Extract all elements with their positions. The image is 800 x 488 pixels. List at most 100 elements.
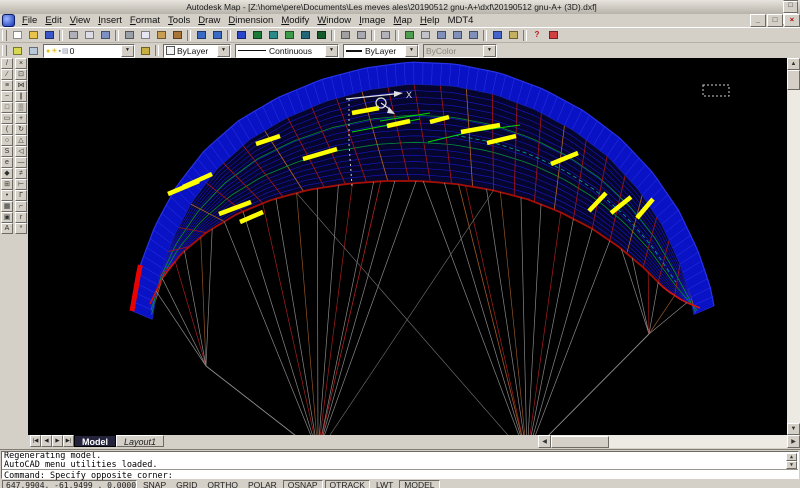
multiline-button[interactable]: ≡: [1, 80, 13, 91]
toggle-osnap[interactable]: OSNAP: [283, 480, 323, 488]
map-globe-3-button[interactable]: [281, 28, 297, 42]
layer-combo-arrow-icon[interactable]: ▼: [121, 45, 134, 57]
lineweight-combo[interactable]: ByLayer ▼: [343, 44, 419, 58]
command-scrollbar[interactable]: ▲ ▼: [786, 453, 797, 470]
scroll-up-icon[interactable]: ▲: [786, 453, 797, 461]
print-button[interactable]: [65, 28, 81, 42]
scroll-down-icon[interactable]: ▼: [786, 461, 797, 469]
pan-button[interactable]: [417, 28, 433, 42]
toggle-grid[interactable]: GRID: [172, 481, 201, 488]
tab-prev-button[interactable]: ◀: [41, 435, 52, 447]
point-button[interactable]: •: [1, 190, 13, 201]
vertical-scroll-track[interactable]: [787, 90, 800, 423]
menu-edit[interactable]: Edit: [41, 15, 65, 27]
menu-dimension[interactable]: Dimension: [224, 15, 277, 27]
find-button[interactable]: [97, 28, 113, 42]
horizontal-scroll-thumb[interactable]: [551, 436, 609, 448]
color-combo[interactable]: ByLayer ▼: [163, 44, 231, 58]
menu-map[interactable]: Map: [390, 15, 417, 27]
construction-line-button[interactable]: ∕: [1, 69, 13, 80]
tab-layout1[interactable]: Layout1: [116, 435, 164, 447]
zoom-window-button[interactable]: [449, 28, 465, 42]
polygon-button[interactable]: □: [1, 102, 13, 113]
rotate-button[interactable]: ↻: [15, 124, 27, 135]
scale-button[interactable]: △: [15, 135, 27, 146]
toggle-ortho[interactable]: ORTHO: [203, 481, 242, 488]
line-button[interactable]: /: [1, 58, 13, 69]
linetype-combo[interactable]: Continuous ▼: [235, 44, 339, 58]
horizontal-scroll-track[interactable]: [609, 436, 787, 448]
copy-object-button[interactable]: ⊡: [15, 69, 27, 80]
array-button[interactable]: ▒: [15, 102, 27, 113]
chamfer-button[interactable]: ⌐: [15, 201, 27, 212]
map-globe-2-button[interactable]: [265, 28, 281, 42]
paste-button[interactable]: [153, 28, 169, 42]
menu-file[interactable]: File: [18, 15, 41, 27]
match-properties-button[interactable]: [169, 28, 185, 42]
make-object-layer-current-button[interactable]: [137, 44, 153, 58]
hatch-button[interactable]: ▦: [1, 201, 13, 212]
toggle-model[interactable]: MODEL: [399, 480, 439, 488]
menu-view[interactable]: View: [66, 15, 94, 27]
undo-button[interactable]: [193, 28, 209, 42]
circle-button[interactable]: ○: [1, 135, 13, 146]
sheet-button[interactable]: [489, 28, 505, 42]
ellipse-button[interactable]: e: [1, 157, 13, 168]
mtext-button[interactable]: A: [1, 223, 13, 234]
extend-button[interactable]: ⊢: [15, 179, 27, 190]
tab-model[interactable]: Model: [74, 435, 116, 447]
vertical-scroll-thumb[interactable]: [787, 70, 800, 90]
toggle-lwt[interactable]: LWT: [372, 481, 397, 488]
mdi-restore-button[interactable]: □: [767, 14, 783, 27]
menu-insert[interactable]: Insert: [94, 15, 126, 27]
named-views-button[interactable]: [377, 28, 393, 42]
menu-draw[interactable]: Draw: [194, 15, 224, 27]
rectangle-button[interactable]: ▭: [1, 113, 13, 124]
trim-button[interactable]: ≠: [15, 168, 27, 179]
menu-window[interactable]: Window: [313, 15, 355, 27]
menu-image[interactable]: Image: [355, 15, 389, 27]
layout-wizard-button[interactable]: [505, 28, 521, 42]
explode-button[interactable]: *: [15, 223, 27, 234]
map-globe-1-button[interactable]: [249, 28, 265, 42]
cut-button[interactable]: [121, 28, 137, 42]
redo-button[interactable]: [209, 28, 225, 42]
mirror-button[interactable]: ⋈: [15, 80, 27, 91]
toolbar-grip[interactable]: [2, 30, 7, 41]
toolbar-grip[interactable]: [2, 45, 7, 56]
menu-help[interactable]: Help: [416, 15, 444, 27]
make-block-button[interactable]: ⊞: [1, 179, 13, 190]
arc-button[interactable]: (: [1, 124, 13, 135]
mdi-close-button[interactable]: ×: [784, 14, 800, 27]
map-globe-4-button[interactable]: [297, 28, 313, 42]
scroll-up-icon[interactable]: ▲: [787, 58, 800, 70]
scroll-down-icon[interactable]: ▼: [787, 423, 800, 435]
tab-first-button[interactable]: |◀: [30, 435, 41, 447]
command-prompt[interactable]: Command: Specify opposite corner:: [2, 471, 798, 481]
zoom-previous-button[interactable]: [465, 28, 481, 42]
scroll-left-icon[interactable]: ◀: [538, 435, 551, 448]
menu-modify[interactable]: Modify: [277, 15, 313, 27]
horizontal-scrollbar[interactable]: ◀ ▶: [538, 435, 800, 448]
toggle-otrack[interactable]: OTRACK: [325, 480, 370, 488]
menu-tools[interactable]: Tools: [164, 15, 194, 27]
fillet-button[interactable]: r: [15, 212, 27, 223]
scroll-right-icon[interactable]: ▶: [787, 435, 800, 448]
stretch-button[interactable]: ◁: [15, 146, 27, 157]
copy-button[interactable]: [137, 28, 153, 42]
menu-mdt4[interactable]: MDT4: [444, 15, 478, 27]
layers-dialog-button[interactable]: [9, 44, 25, 58]
new-button[interactable]: [9, 28, 25, 42]
insert-block-button[interactable]: ◆: [1, 168, 13, 179]
save-button[interactable]: [41, 28, 57, 42]
map-globe-5-button[interactable]: [313, 28, 329, 42]
mdi-minimize-button[interactable]: _: [750, 14, 766, 27]
toggle-polar[interactable]: POLAR: [244, 481, 281, 488]
spline-button[interactable]: S: [1, 146, 13, 157]
layer-combo[interactable]: ●☀▪▤ 0 ▼: [43, 44, 135, 58]
erase-button[interactable]: ×: [15, 58, 27, 69]
redraw-button[interactable]: [401, 28, 417, 42]
color-combo-arrow-icon[interactable]: ▼: [217, 45, 230, 57]
layer-previous-button[interactable]: [25, 44, 41, 58]
lengthen-button[interactable]: —: [15, 157, 27, 168]
